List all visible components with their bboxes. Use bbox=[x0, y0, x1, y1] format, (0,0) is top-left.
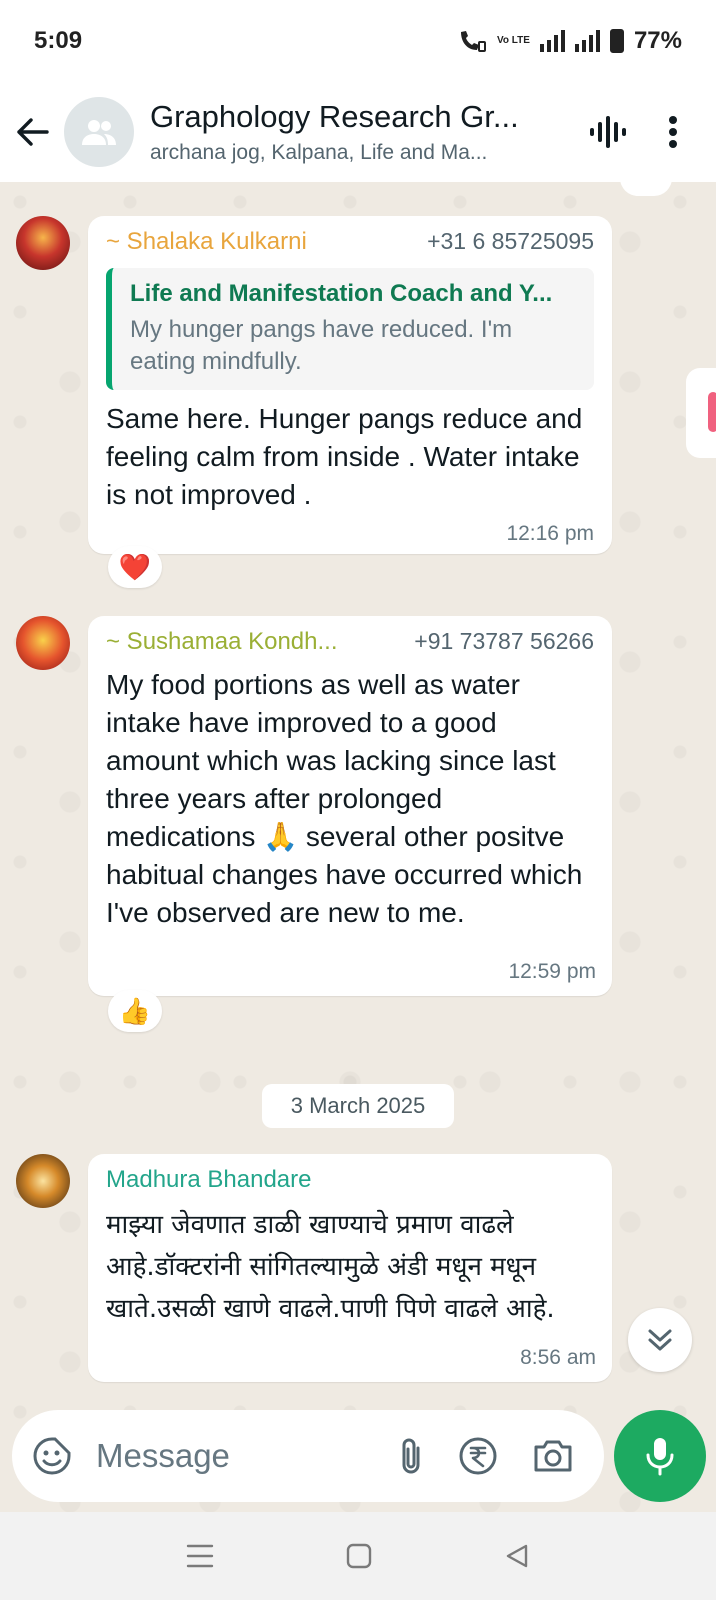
reaction-heart[interactable]: ❤️ bbox=[108, 546, 162, 588]
status-time: 5:09 bbox=[34, 27, 83, 54]
message-text: Same here. Hunger pangs reduce and feeli… bbox=[106, 403, 583, 510]
group-members: archana jog, Kalpana, Life and Ma... bbox=[150, 141, 488, 164]
battery-icon bbox=[609, 29, 624, 53]
message-time: 8:56 am bbox=[520, 1346, 596, 1369]
message-time: 12:16 pm bbox=[506, 522, 594, 545]
group-avatar[interactable] bbox=[64, 97, 134, 167]
message-time: 12:59 pm bbox=[508, 960, 596, 983]
message-bubble[interactable]: Madhura Bhandare माझ्या जेवणात डाळी खाण्… bbox=[88, 1154, 612, 1382]
message-composer: Message bbox=[12, 1410, 604, 1502]
previous-message-edge bbox=[620, 182, 672, 196]
group-info[interactable]: Graphology Research Gr... archana jog, K… bbox=[150, 99, 588, 165]
microphone-icon bbox=[646, 1438, 674, 1476]
voice-message-button[interactable] bbox=[614, 1410, 706, 1502]
camera-icon[interactable] bbox=[532, 1438, 574, 1474]
chat-header: Graphology Research Gr... archana jog, K… bbox=[0, 82, 716, 182]
group-people-icon bbox=[82, 120, 116, 145]
quoted-text: My hunger pangs have reduced. I'm eating… bbox=[130, 316, 513, 375]
recent-apps-icon[interactable] bbox=[186, 1543, 214, 1569]
message-input[interactable]: Message bbox=[96, 1437, 398, 1475]
status-bar: 5:09 Vo LTE 77% bbox=[0, 0, 716, 82]
sender-avatar[interactable] bbox=[16, 1154, 70, 1208]
sender-avatar[interactable] bbox=[16, 216, 70, 270]
sender-name[interactable]: ~ Sushamaa Kondh... bbox=[106, 628, 338, 656]
home-icon[interactable] bbox=[346, 1543, 372, 1569]
signal-icon-2 bbox=[574, 30, 600, 52]
attachment-icon[interactable] bbox=[398, 1436, 424, 1476]
quoted-message[interactable]: Life and Manifestation Coach and Y... My… bbox=[106, 268, 594, 390]
signal-icon-1 bbox=[539, 30, 565, 52]
sender-avatar[interactable] bbox=[16, 616, 70, 670]
status-icons: Vo LTE 77% bbox=[457, 27, 682, 55]
payment-rupee-icon[interactable] bbox=[458, 1436, 498, 1476]
sender-phone: +31 6 85725095 bbox=[427, 228, 594, 254]
volte-icon: Vo LTE bbox=[496, 35, 530, 46]
sticker-icon[interactable] bbox=[32, 1436, 72, 1476]
message-text: My food portions as well as water intake… bbox=[106, 669, 583, 928]
sender-phone: +91 73787 56266 bbox=[414, 628, 594, 654]
voice-chat-icon[interactable] bbox=[588, 114, 628, 150]
quoted-author: Life and Manifestation Coach and Y... bbox=[130, 280, 553, 307]
side-panel-handle[interactable] bbox=[686, 368, 716, 458]
more-options-icon[interactable] bbox=[668, 115, 678, 149]
back-nav-icon[interactable] bbox=[504, 1543, 530, 1569]
chat-area[interactable]: ~ Shalaka Kulkarni +31 6 85725095 Life a… bbox=[0, 182, 716, 1512]
arrow-left-icon bbox=[17, 118, 49, 146]
battery-percent: 77% bbox=[633, 27, 682, 54]
double-chevron-down-icon bbox=[648, 1329, 672, 1351]
reaction-thumbs-up[interactable]: 👍 bbox=[108, 990, 162, 1032]
group-title: Graphology Research Gr... bbox=[150, 99, 519, 134]
sender-name[interactable]: ~ Shalaka Kulkarni bbox=[106, 228, 307, 256]
sender-name[interactable]: Madhura Bhandare bbox=[106, 1166, 311, 1194]
back-button[interactable] bbox=[0, 117, 64, 147]
date-separator: 3 March 2025 bbox=[262, 1084, 454, 1128]
wifi-calling-icon bbox=[460, 31, 486, 52]
scroll-to-bottom-button[interactable] bbox=[628, 1308, 692, 1372]
system-navigation-bar bbox=[0, 1512, 716, 1600]
message-bubble[interactable]: ~ Sushamaa Kondh... +91 73787 56266 My f… bbox=[88, 616, 612, 996]
message-bubble[interactable]: ~ Shalaka Kulkarni +31 6 85725095 Life a… bbox=[88, 216, 612, 554]
message-text: माझ्या जेवणात डाळी खाण्याचे प्रमाण वाढले… bbox=[106, 1210, 555, 1324]
